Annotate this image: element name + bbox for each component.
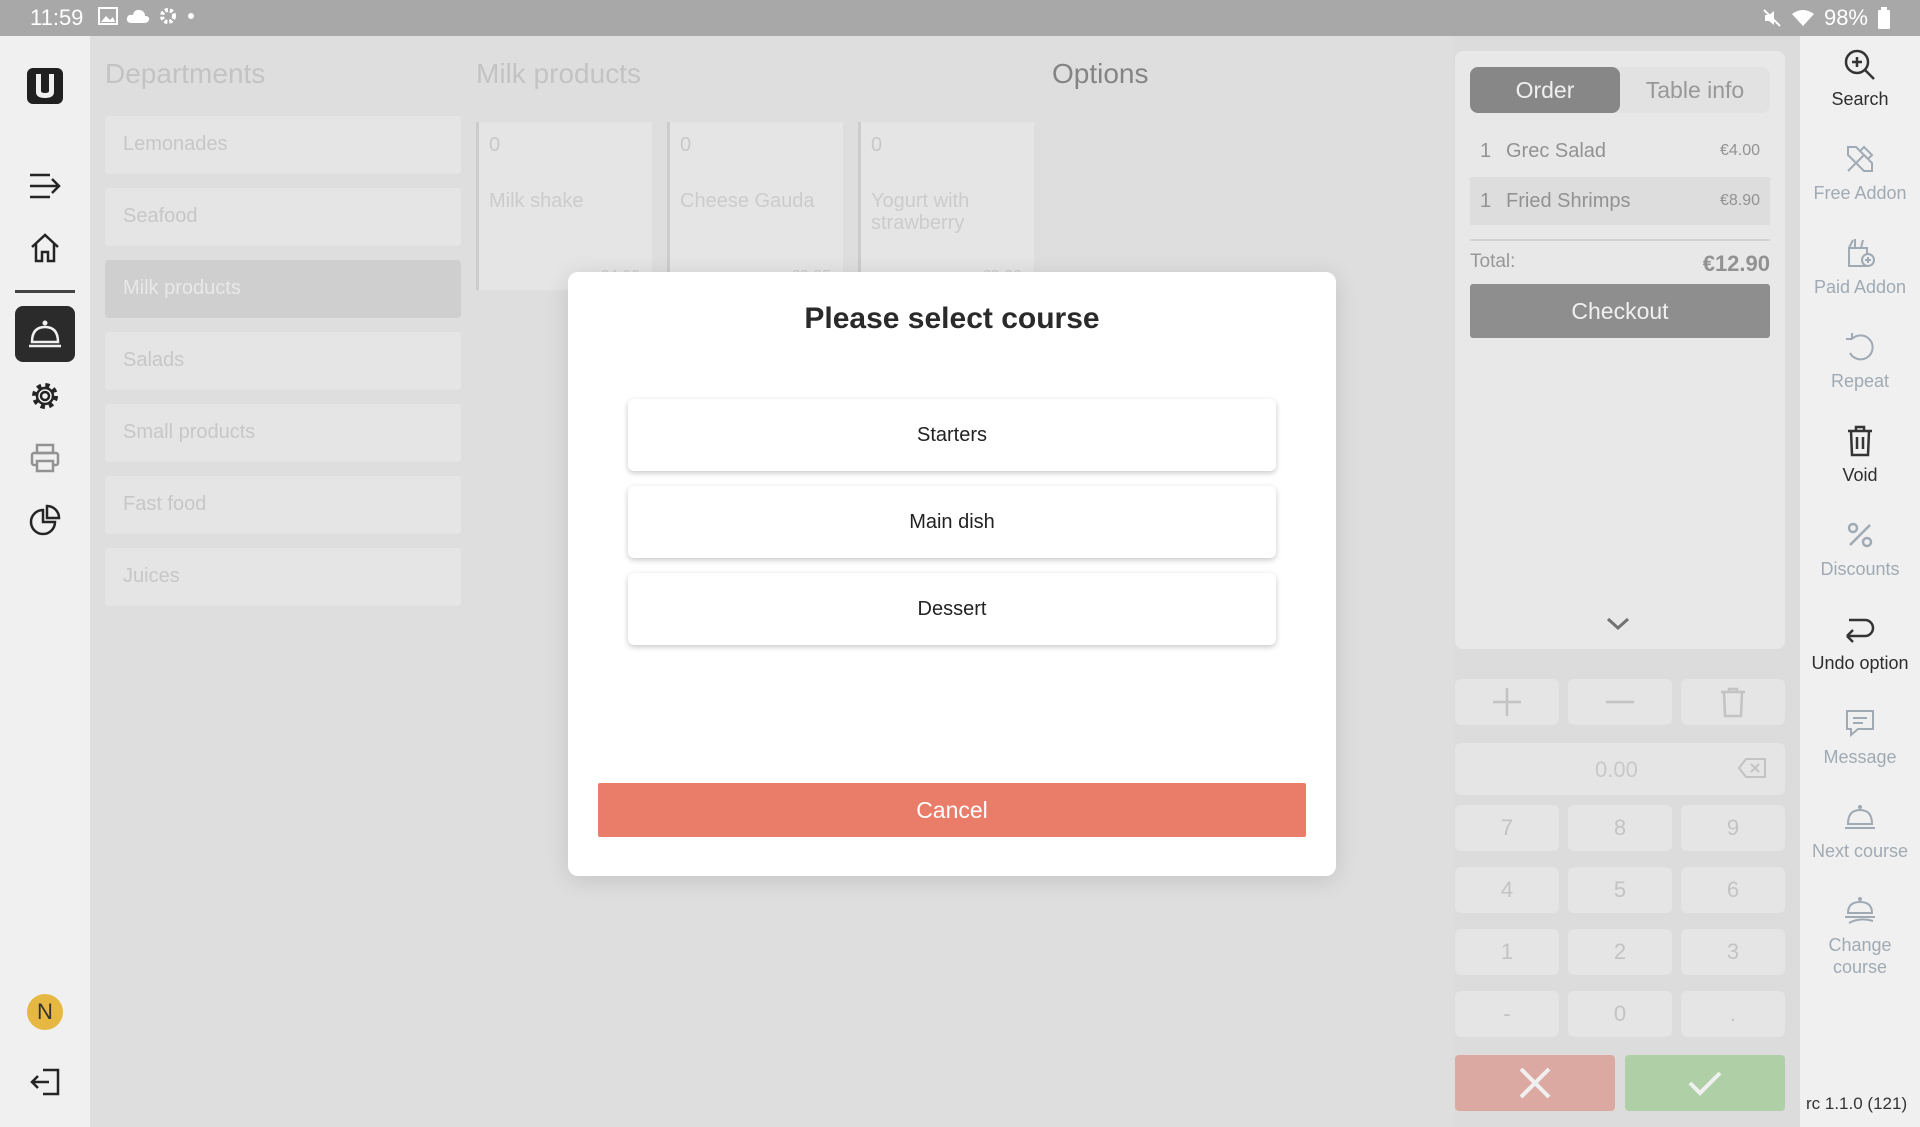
battery-percent: 98% xyxy=(1823,5,1868,30)
status-bar: 11:59 98% xyxy=(0,0,1920,36)
battery-icon xyxy=(1878,7,1890,29)
clock: 11:59 xyxy=(30,5,84,30)
course-option-dessert[interactable]: Dessert xyxy=(628,573,1276,645)
mute-icon xyxy=(1763,9,1781,27)
dot-icon xyxy=(188,13,194,19)
settings-status-icon xyxy=(160,8,176,24)
image-icon xyxy=(98,7,118,25)
dialog-title: Please select course xyxy=(804,302,1100,335)
course-option-starters[interactable]: Starters xyxy=(628,399,1276,471)
cancel-button[interactable]: Cancel xyxy=(598,783,1306,837)
course-select-dialog: Please select course Starters Main dish … xyxy=(568,272,1336,876)
course-option-main-dish[interactable]: Main dish xyxy=(628,486,1276,558)
cloud-icon xyxy=(126,9,150,23)
wifi-icon xyxy=(1791,10,1814,26)
